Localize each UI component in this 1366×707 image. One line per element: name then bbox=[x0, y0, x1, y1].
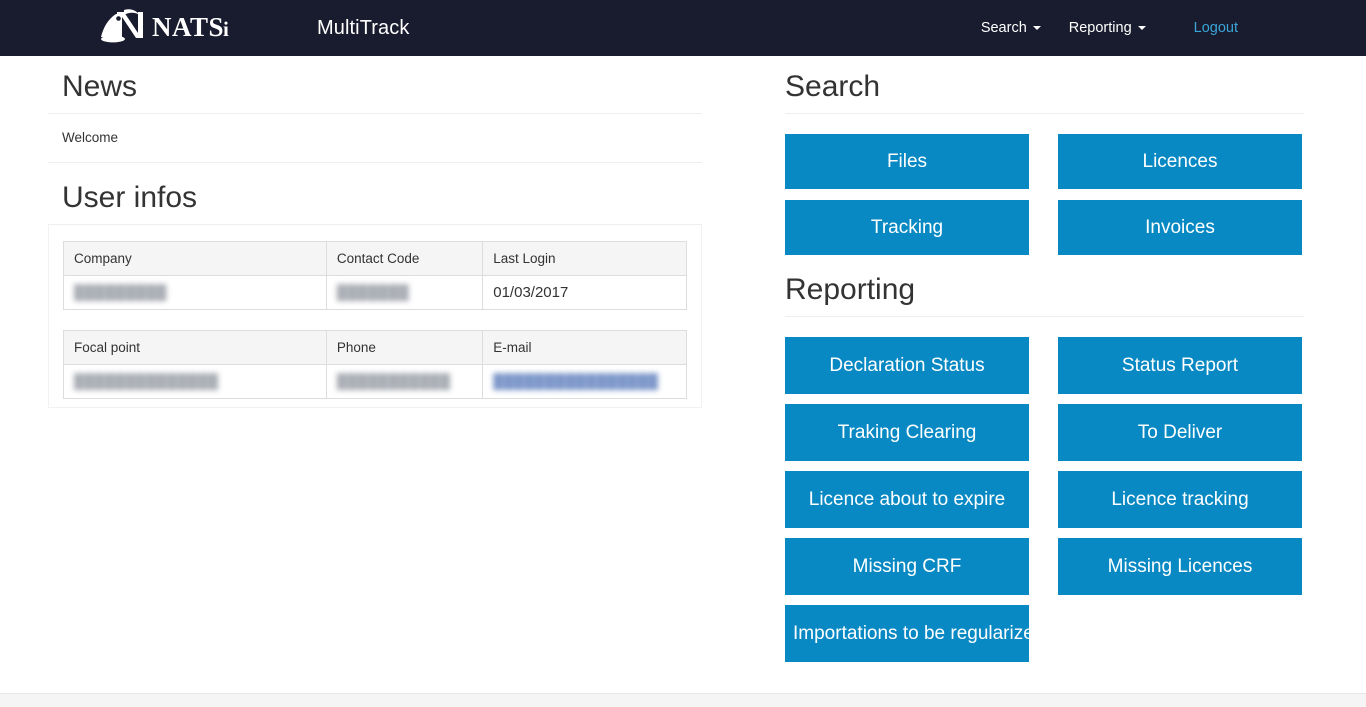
user-infos-heading: User infos bbox=[48, 181, 702, 225]
report-status-report-button[interactable]: Status Report bbox=[1058, 337, 1302, 394]
search-invoices-button[interactable]: Invoices bbox=[1058, 200, 1302, 255]
table-row: ██████████████ ███████████ █████████████… bbox=[63, 364, 687, 399]
table-header-row: Focal point Phone E-mail bbox=[63, 330, 687, 365]
report-to-deliver-button[interactable]: To Deliver bbox=[1058, 404, 1302, 461]
table-row: █████████ ███████ 01/03/2017 bbox=[63, 275, 687, 310]
search-tracking-button[interactable]: Tracking bbox=[785, 200, 1029, 255]
chevron-down-icon bbox=[1137, 26, 1146, 30]
nav-menu-reporting-label: Reporting bbox=[1068, 20, 1132, 36]
left-column: News Welcome User infos Company Contact … bbox=[48, 70, 702, 408]
right-column: Search Files Licences Tracking Invoices … bbox=[785, 70, 1304, 662]
navbar-menu: Search Reporting Logout bbox=[967, 14, 1252, 42]
nav-menu-reporting[interactable]: Reporting bbox=[1055, 14, 1160, 42]
column-header-phone: Phone bbox=[325, 330, 484, 365]
reporting-heading: Reporting bbox=[785, 273, 1304, 317]
redacted-company-value: █████████ bbox=[74, 284, 167, 300]
nav-menu-search-label: Search bbox=[980, 20, 1027, 36]
page-container: News Welcome User infos Company Contact … bbox=[0, 56, 1366, 693]
app-title: MultiTrack bbox=[317, 17, 410, 39]
top-navbar: NATS i MultiTrack Search Reporting Logou… bbox=[0, 0, 1366, 56]
column-header-focal-point: Focal point bbox=[63, 330, 327, 365]
news-heading: News bbox=[48, 70, 702, 114]
report-licence-tracking-button[interactable]: Licence tracking bbox=[1058, 471, 1302, 528]
column-header-last-login: Last Login bbox=[482, 241, 687, 276]
news-panel: Welcome bbox=[48, 114, 702, 163]
redacted-contact-code-value: ███████ bbox=[336, 284, 410, 300]
column-header-contact-code: Contact Code bbox=[325, 241, 484, 276]
report-declaration-status-button[interactable]: Declaration Status bbox=[785, 337, 1029, 394]
search-heading: Search bbox=[785, 70, 1304, 114]
user-infos-panel: Company Contact Code Last Login ████████… bbox=[48, 225, 702, 408]
svg-text:NATS: NATS bbox=[152, 12, 224, 42]
user-infos-secondary-table: Focal point Phone E-mail ██████████████ … bbox=[63, 330, 687, 399]
logout-link[interactable]: Logout bbox=[1180, 14, 1252, 42]
report-traking-clearing-button[interactable]: Traking Clearing bbox=[785, 404, 1029, 461]
column-header-email: E-mail bbox=[482, 330, 687, 365]
redacted-email-value: ████████████████ bbox=[493, 373, 659, 389]
cell-focal-point: ██████████████ bbox=[63, 364, 327, 399]
report-missing-licences-button[interactable]: Missing Licences bbox=[1058, 538, 1302, 595]
news-item: Welcome bbox=[48, 114, 702, 163]
cell-phone: ███████████ bbox=[325, 364, 484, 399]
report-missing-crf-button[interactable]: Missing CRF bbox=[785, 538, 1029, 595]
svg-text:i: i bbox=[223, 17, 229, 41]
cell-email: ████████████████ bbox=[482, 364, 687, 399]
page-footer bbox=[0, 693, 1366, 707]
nav-menu-search[interactable]: Search bbox=[967, 14, 1055, 42]
cell-contact-code: ███████ bbox=[325, 275, 484, 310]
user-infos-primary-table: Company Contact Code Last Login ████████… bbox=[63, 241, 687, 310]
brand-logo-link[interactable]: NATS i bbox=[97, 0, 237, 56]
column-header-company: Company bbox=[63, 241, 327, 276]
table-header-row: Company Contact Code Last Login bbox=[63, 241, 687, 276]
cell-company: █████████ bbox=[63, 275, 327, 310]
chevron-down-icon bbox=[1032, 26, 1041, 30]
search-licences-button[interactable]: Licences bbox=[1058, 134, 1302, 189]
report-importations-to-be-regularized-button[interactable]: Importations to be regularized bbox=[785, 605, 1029, 662]
search-files-button[interactable]: Files bbox=[785, 134, 1029, 189]
redacted-focal-point-value: ██████████████ bbox=[74, 373, 219, 389]
search-button-grid: Files Licences Tracking Invoices bbox=[785, 134, 1304, 255]
cell-last-login: 01/03/2017 bbox=[482, 275, 687, 310]
redacted-phone-value: ███████████ bbox=[336, 373, 451, 389]
report-licence-about-to-expire-button[interactable]: Licence about to expire bbox=[785, 471, 1029, 528]
reporting-button-grid: Declaration Status Status Report Traking… bbox=[785, 337, 1304, 662]
natsi-logo-icon: NATS i bbox=[97, 6, 237, 51]
